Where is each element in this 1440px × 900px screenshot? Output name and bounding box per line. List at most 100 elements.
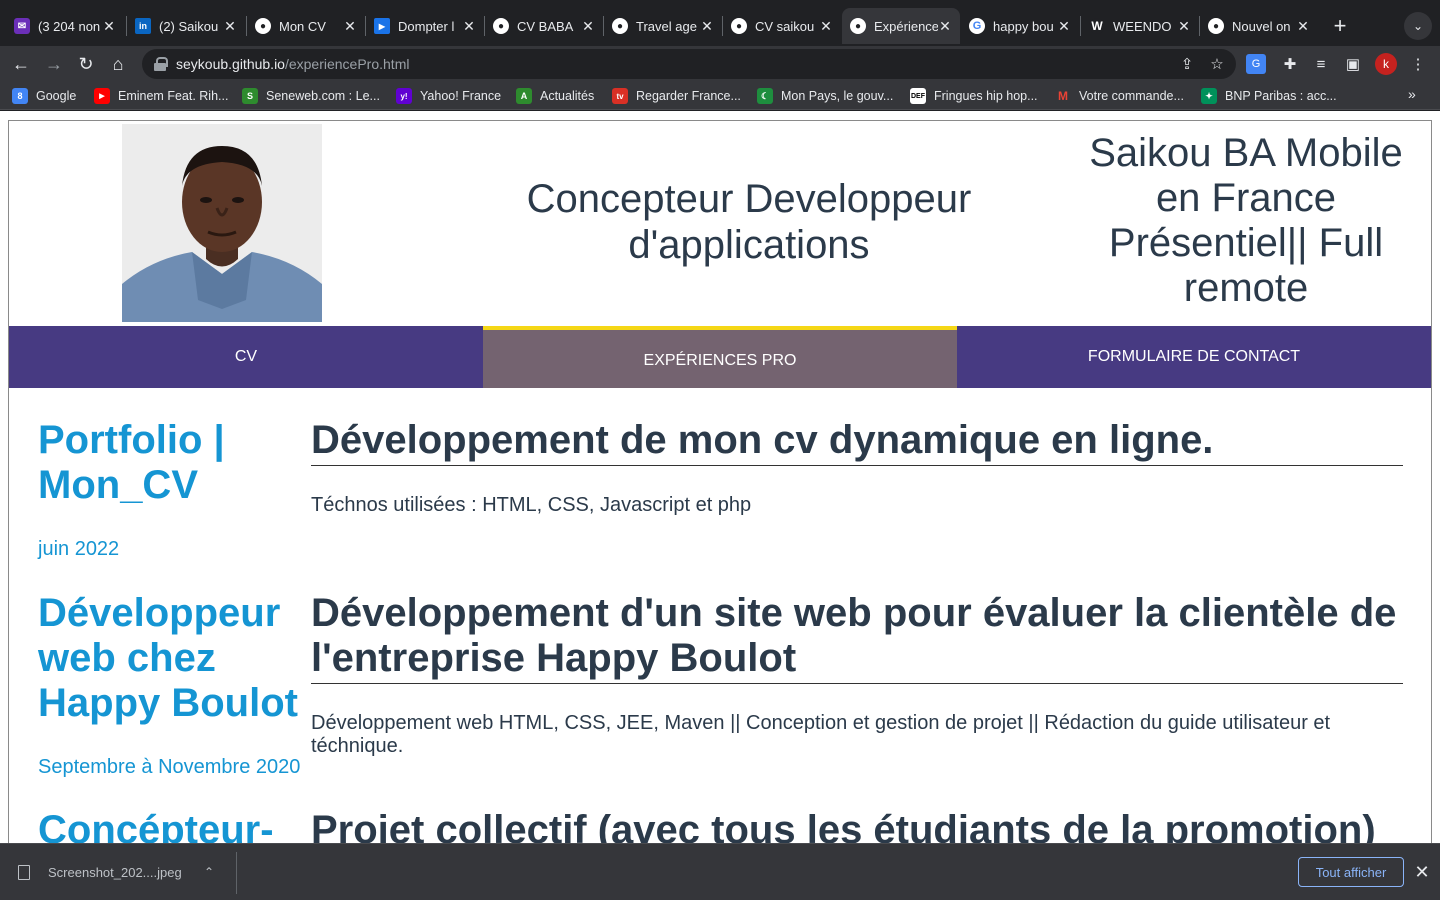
tab-cv-baba[interactable]: ● CV BABA ✕ bbox=[485, 8, 603, 44]
experience-heading: Portfolio | Mon_CV bbox=[38, 418, 225, 507]
bookmark-label: Yahoo! France bbox=[420, 89, 502, 103]
extensions-icon[interactable]: ✚ bbox=[1278, 52, 1302, 76]
close-icon[interactable]: ✕ bbox=[819, 18, 833, 35]
tab-dompter[interactable]: ▶ Dompter l ✕ bbox=[366, 8, 484, 44]
tab-weendo[interactable]: W WEENDO ✕ bbox=[1081, 8, 1199, 44]
tv-icon: tv bbox=[612, 88, 628, 104]
bookmark-label: Mon Pays, le gouv... bbox=[781, 89, 894, 103]
close-icon[interactable]: ✕ bbox=[1057, 18, 1071, 35]
reload-button[interactable]: ↻ bbox=[72, 50, 100, 78]
bookmark-label: Actualités bbox=[540, 89, 595, 103]
tab-search-button[interactable]: ⌄ bbox=[1404, 12, 1432, 40]
close-icon[interactable]: ✕ bbox=[1412, 860, 1432, 884]
linkedin-icon: in bbox=[135, 18, 151, 34]
experience-title: Projet collectif (avec tous les étudiant… bbox=[311, 808, 1376, 843]
tab-happy[interactable]: G happy bou ✕ bbox=[961, 8, 1079, 44]
close-icon[interactable]: ✕ bbox=[223, 18, 237, 35]
close-icon[interactable]: ✕ bbox=[1177, 18, 1191, 35]
tab-nouvel[interactable]: ● Nouvel on ✕ bbox=[1200, 8, 1318, 44]
show-all-downloads-button[interactable]: Tout afficher bbox=[1298, 857, 1404, 887]
tab-title: CV BABA bbox=[517, 18, 574, 34]
nav-contact-form[interactable]: Formulaire de contact bbox=[957, 326, 1431, 388]
file-icon bbox=[18, 864, 30, 880]
chevron-up-icon[interactable]: ⌃ bbox=[204, 865, 214, 879]
nav-cv[interactable]: CV bbox=[9, 326, 483, 388]
google-icon: G bbox=[969, 18, 985, 34]
bookmark-label: Regarder France... bbox=[636, 89, 741, 103]
github-icon: ● bbox=[731, 18, 747, 34]
bookmark-seneweb[interactable]: S Seneweb.com : Le... bbox=[242, 86, 380, 106]
profile-avatar[interactable]: k bbox=[1375, 53, 1397, 75]
chevron-down-icon: ⌄ bbox=[1412, 19, 1424, 33]
flag-icon: ☾ bbox=[757, 88, 773, 104]
bookmark-mon-pays[interactable]: ☾ Mon Pays, le gouv... bbox=[757, 86, 893, 106]
share-icon[interactable]: ⇪ bbox=[1176, 53, 1198, 75]
tab-linkedin[interactable]: in (2) Saikou ✕ bbox=[127, 8, 245, 44]
bookmark-france-tv[interactable]: tv Regarder France... bbox=[612, 86, 741, 106]
tab-mon-cv[interactable]: ● Mon CV ✕ bbox=[247, 8, 365, 44]
bookmarks-overflow-icon[interactable]: » bbox=[1408, 86, 1416, 102]
tab-travel[interactable]: ● Travel age ✕ bbox=[604, 8, 722, 44]
close-icon[interactable]: ✕ bbox=[102, 18, 116, 35]
address-bar[interactable]: seykoub.github.io/experiencePro.html ⇪ ☆ bbox=[142, 49, 1236, 79]
home-button[interactable]: ⌂ bbox=[104, 50, 132, 78]
tab-title: (3 204 non bbox=[38, 18, 101, 34]
lock-icon bbox=[154, 57, 168, 71]
mail-icon: ✉ bbox=[14, 18, 30, 34]
kebab-menu-icon[interactable]: ⋮ bbox=[1406, 52, 1430, 76]
close-icon[interactable]: ✕ bbox=[343, 18, 357, 35]
main-navigation: CV Expériences Pro Formulaire de contact bbox=[9, 326, 1431, 388]
bookmark-label: Google bbox=[36, 89, 77, 103]
new-tab-button[interactable]: + bbox=[1326, 12, 1354, 40]
news-icon: A bbox=[516, 88, 532, 104]
download-file-name: Screenshot_202....jpeg bbox=[48, 864, 182, 880]
github-icon: ● bbox=[493, 18, 509, 34]
bookmark-bnp[interactable]: ✦ BNP Paribas : acc... bbox=[1201, 86, 1337, 106]
star-icon[interactable]: ☆ bbox=[1206, 53, 1228, 75]
arrow-left-icon: ← bbox=[12, 53, 30, 74]
url-host: seykoub.github.io bbox=[176, 56, 285, 72]
profile-initial: k bbox=[1383, 57, 1389, 71]
video-icon: ▶ bbox=[374, 18, 390, 34]
experience-date: Septembre à Novembre 2020 bbox=[38, 756, 301, 778]
bookmark-actualites[interactable]: A Actualités bbox=[516, 86, 594, 106]
close-icon[interactable]: ✕ bbox=[700, 18, 714, 35]
youtube-icon: ▶ bbox=[94, 88, 110, 104]
bookmark-google[interactable]: 8 Google bbox=[12, 86, 76, 106]
download-bar: Screenshot_202....jpeg ⌃ Tout afficher ✕ bbox=[0, 843, 1440, 900]
bookmark-label: Votre commande... bbox=[1079, 89, 1184, 103]
tab-title: (2) Saikou bbox=[159, 18, 219, 34]
bookmark-commande[interactable]: M Votre commande... bbox=[1055, 86, 1184, 106]
close-icon[interactable]: ✕ bbox=[1296, 18, 1310, 35]
bookmark-yahoo[interactable]: y! Yahoo! France bbox=[396, 86, 501, 106]
chrome-icon: ● bbox=[1208, 18, 1224, 34]
bookmark-eminem[interactable]: ▶ Eminem Feat. Rih... bbox=[94, 86, 228, 106]
google-icon: 8 bbox=[12, 88, 28, 104]
experience-heading: Développeur web chez Happy Boulot bbox=[38, 591, 298, 725]
translate-icon[interactable]: G bbox=[1246, 54, 1266, 74]
tab-title: CV saikou bbox=[755, 18, 815, 34]
bookmark-label: Eminem Feat. Rih... bbox=[118, 89, 229, 103]
page-frame: Concepteur Developpeur d'applications Sa… bbox=[8, 120, 1432, 843]
job-title-heading: Concepteur Developpeur d'applications bbox=[526, 177, 972, 267]
close-icon[interactable]: ✕ bbox=[938, 18, 952, 35]
tab-title: Nouvel on bbox=[1232, 18, 1291, 34]
sidepanel-icon[interactable]: ▣ bbox=[1341, 52, 1365, 76]
bnp-icon: ✦ bbox=[1201, 88, 1217, 104]
back-button[interactable]: ← bbox=[7, 50, 35, 78]
url-path: /experiencePro.html bbox=[284, 56, 410, 72]
bookmark-label: Fringues hip hop... bbox=[934, 89, 1038, 103]
close-icon[interactable]: ✕ bbox=[462, 18, 476, 35]
bookmark-label: BNP Paribas : acc... bbox=[1225, 89, 1337, 103]
download-item[interactable]: Screenshot_202....jpeg ⌃ bbox=[18, 858, 214, 886]
tab-experience-active[interactable]: ● Expérience ✕ bbox=[842, 8, 960, 44]
tab-mail[interactable]: ✉ (3 204 non ✕ bbox=[6, 8, 124, 44]
bookmark-fringues[interactable]: DEF Fringues hip hop... bbox=[910, 86, 1038, 106]
media-icon[interactable]: ≡ bbox=[1309, 52, 1333, 76]
experience-description: Téchnos utilisées : HTML, CSS, Javascrip… bbox=[311, 494, 752, 516]
nav-experiences-pro[interactable]: Expériences Pro bbox=[483, 326, 957, 388]
forward-button[interactable]: → bbox=[40, 50, 68, 78]
tab-cv-saikou[interactable]: ● CV saikou ✕ bbox=[723, 8, 841, 44]
def-icon: DEF bbox=[910, 88, 926, 104]
close-icon[interactable]: ✕ bbox=[581, 18, 595, 35]
